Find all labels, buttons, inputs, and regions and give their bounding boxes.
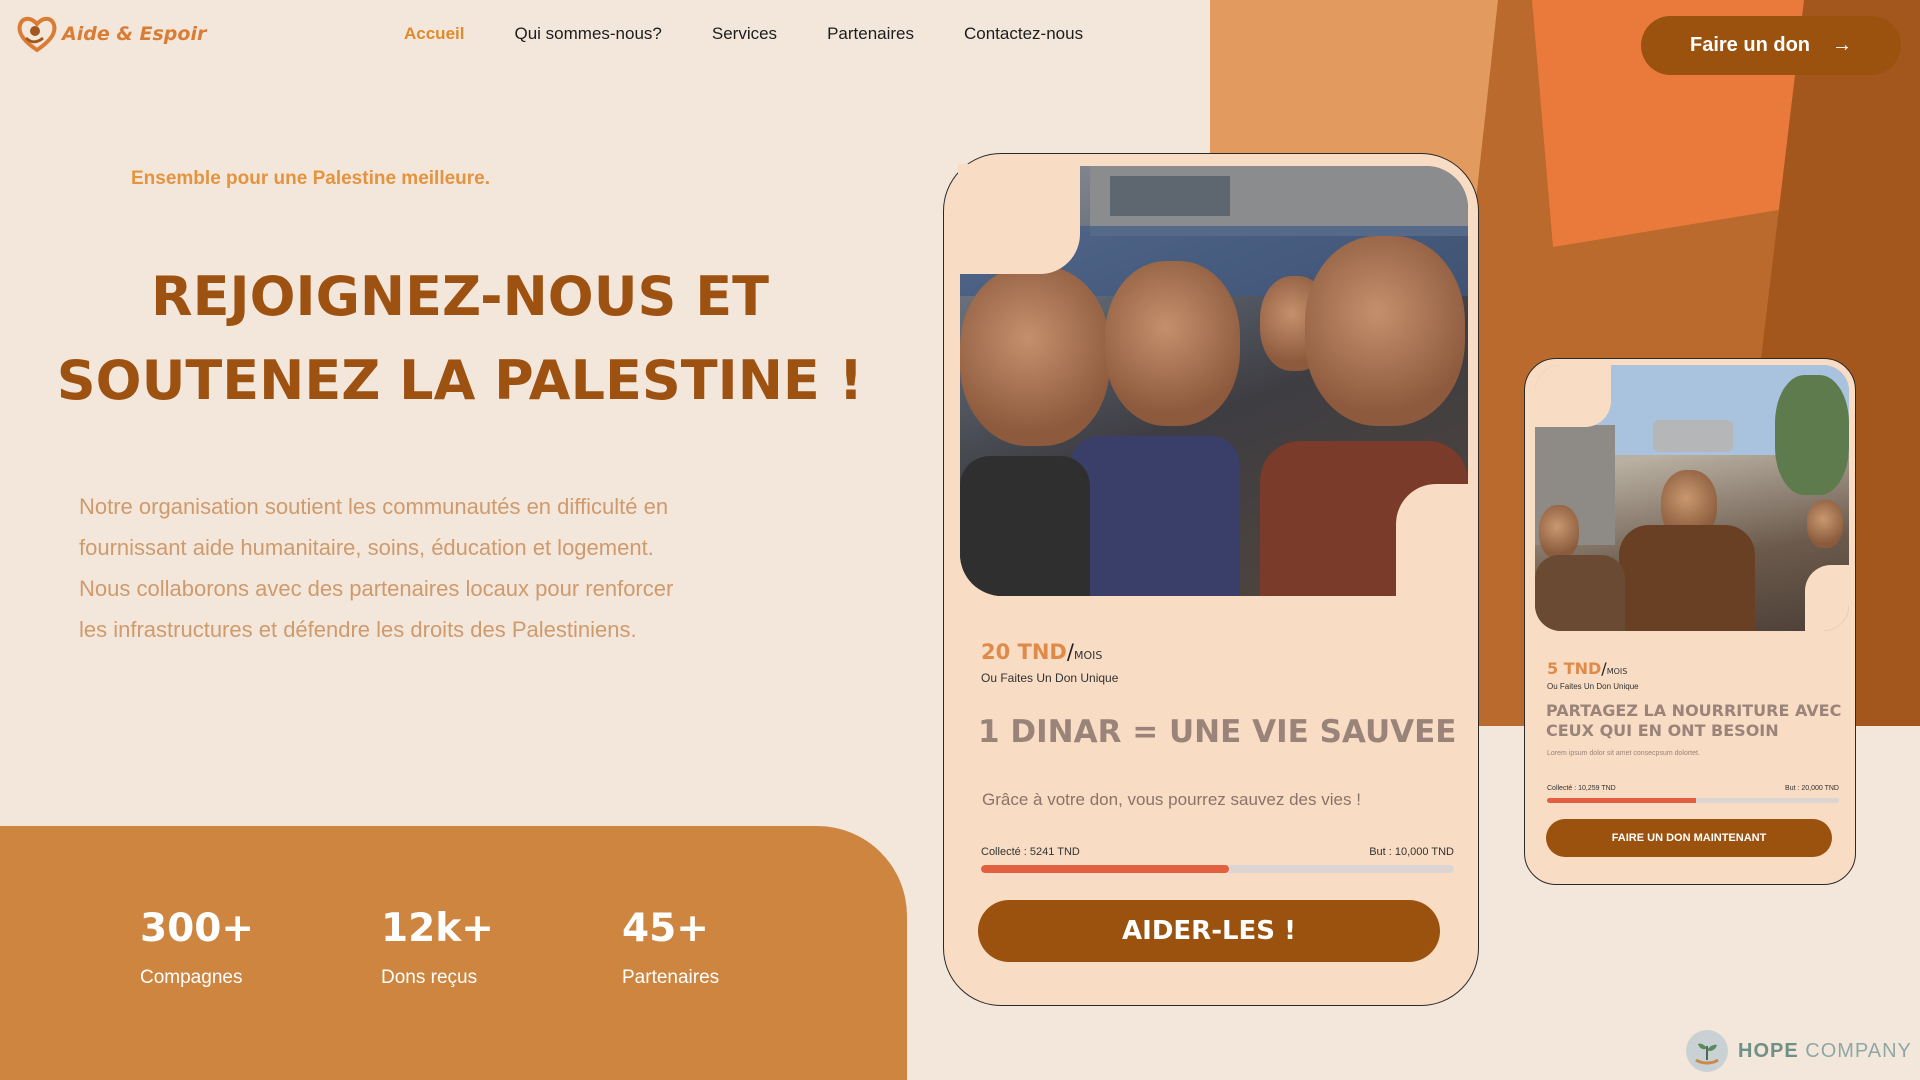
stat-partners: 45+ Partenaires [622, 906, 719, 989]
nav-item-partenaires[interactable]: Partenaires [827, 24, 914, 44]
stat-value: 45+ [622, 906, 709, 951]
headline-line-1: REJOIGNEZ-NOUS ET [151, 265, 769, 328]
stat-label: Dons reçus [381, 967, 478, 988]
progress-labels: Collecté : 5241 TND But : 10,000 TND [981, 846, 1454, 858]
card-title: PARTAGEZ LA NOURRITURE AVEC CEUX QUI EN … [1546, 701, 1842, 740]
donate-button-label: Faire un don [1690, 34, 1810, 56]
stat-campaigns: 300+ Compagnes [140, 906, 254, 989]
arrow-right-icon: → [1832, 34, 1852, 56]
brand-name: Aide & Espoir [62, 23, 207, 45]
donation-card-food: 5 TND/MOIS Ou Faites Un Don Unique PARTA… [1524, 358, 1856, 885]
nav-item-accueil[interactable]: Accueil [404, 24, 464, 44]
price-separator: / [1066, 640, 1074, 664]
heart-hand-icon [16, 14, 58, 54]
stat-value: 300+ [140, 906, 255, 951]
stat-label: Compagnes [140, 967, 243, 988]
price-period: MOIS [1606, 667, 1628, 676]
stat-label: Partenaires [622, 967, 720, 988]
one-time-donation-text: Ou Faites Un Don Unique [1547, 682, 1639, 691]
card-description: Lorem ipsum dolor sit amet consecpsum do… [1547, 750, 1700, 757]
photo-notch [1535, 365, 1611, 427]
plant-hand-icon [1686, 1030, 1728, 1072]
progress-bar [981, 865, 1454, 873]
progress-fill [1547, 798, 1696, 803]
donate-now-button[interactable]: FAIRE UN DON MAINTENANT [1546, 819, 1832, 857]
nav-item-contact[interactable]: Contactez-nous [964, 24, 1083, 44]
stats-panel: 300+ Compagnes 12k+ Dons reçus 45+ Parte… [0, 826, 907, 1080]
card-description: Grâce à votre don, vous pourrez sauvez d… [982, 790, 1361, 809]
help-them-button[interactable]: AIDER-LES ! [978, 900, 1440, 962]
nav-item-services[interactable]: Services [712, 24, 777, 44]
stat-donations: 12k+ Dons reçus [381, 906, 494, 989]
progress-bar [1547, 798, 1839, 803]
stat-value: 12k+ [381, 906, 494, 951]
hero-headline: REJOIGNEZ-NOUS ET SOUTENEZ LA PALESTINE … [40, 255, 880, 423]
one-time-donation-text: Ou Faites Un Don Unique [981, 671, 1119, 685]
photo-notch [958, 164, 1080, 274]
photo-notch [1396, 484, 1470, 598]
watermark-word: HOPE [1738, 1039, 1799, 1062]
nav-item-qui-sommes-nous[interactable]: Qui sommes-nous? [514, 24, 661, 44]
monthly-price: 5 TND/MOIS [1547, 659, 1627, 678]
hope-company-watermark: HOPE COMPANY [1686, 1030, 1912, 1072]
goal-amount: But : 10,000 TND [1369, 846, 1454, 858]
photo-notch [1805, 565, 1849, 631]
donation-card-main: 20 TND/MOIS Ou Faites Un Don Unique 1 DI… [943, 153, 1479, 1006]
monthly-price: 20 TND/MOIS [981, 640, 1102, 664]
collected-amount: Collecté : 10,259 TND [1547, 785, 1616, 792]
watermark-word: COMPANY [1805, 1039, 1912, 1062]
donate-button[interactable]: Faire un don → [1641, 16, 1901, 75]
food-photo [1535, 365, 1849, 631]
headline-line-2: SOUTENEZ LA PALESTINE ! [56, 349, 864, 412]
hero-intro: Notre organisation soutient les communau… [79, 494, 674, 642]
card-title: 1 DINAR = UNE VIE SAUVEE [978, 714, 1457, 750]
price-amount: 5 TND [1547, 659, 1602, 678]
main-nav: Accueil Qui sommes-nous? Services Parten… [404, 24, 1083, 44]
children-photo [958, 164, 1470, 598]
brand-logo[interactable]: Aide & Espoir [16, 14, 206, 54]
price-amount: 20 TND [981, 640, 1067, 664]
progress-labels: Collecté : 10,259 TND But : 20,000 TND [1547, 785, 1839, 792]
collected-amount: Collecté : 5241 TND [981, 846, 1080, 858]
progress-fill [981, 865, 1229, 873]
price-period: MOIS [1073, 649, 1103, 662]
hero-tagline: Ensemble pour une Palestine meilleure. [131, 168, 491, 189]
goal-amount: But : 20,000 TND [1785, 785, 1839, 792]
watermark-text: HOPE COMPANY [1738, 1040, 1912, 1063]
